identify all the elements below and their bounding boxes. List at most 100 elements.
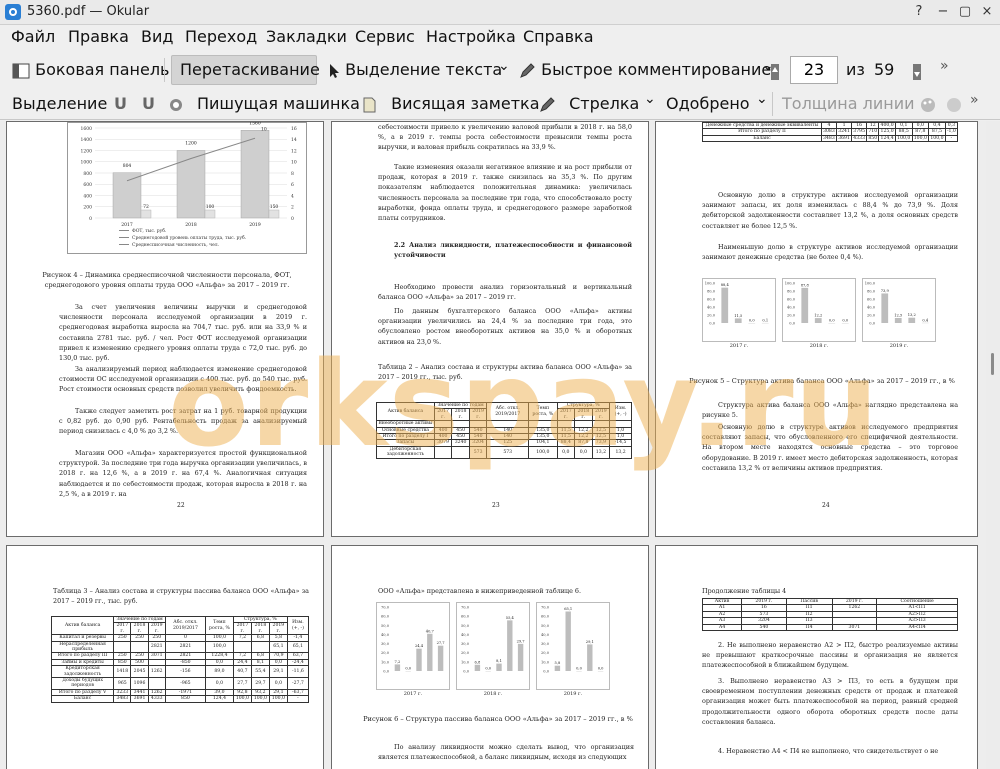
quick-comment-button[interactable]: Быстрое комментирование (518, 60, 771, 79)
menu-tools[interactable]: Сервис (355, 27, 415, 46)
table-header: Абс. откл. 2019/2017 (486, 401, 530, 422)
y-tick-label: 20,0 (707, 314, 716, 318)
arrow-label: Стрелка (569, 94, 640, 113)
approved-stamp-button[interactable]: Одобрено (666, 94, 750, 113)
table-cell: 29,1 (268, 665, 288, 679)
opacity-icon (947, 97, 961, 112)
maximize-button[interactable]: ▢ (956, 3, 974, 21)
paragraph: Наименьшую долю в структуре активов иссл… (702, 243, 958, 262)
y-tick-label: 600 (83, 182, 92, 188)
help-window-button[interactable]: ? (910, 3, 928, 21)
menu-help[interactable]: Справка (523, 27, 594, 46)
menu-go[interactable]: Переход (185, 27, 257, 46)
title-bar: 5360.pdf — Okular ? − ▢ × (0, 0, 1000, 25)
table-cell: 3241 (835, 128, 853, 136)
bar-value-label: 7,2 (395, 660, 401, 664)
bar (801, 287, 809, 323)
pdf-page-24: Денежные средства и денежные эквиваленты… (655, 121, 978, 537)
table-cell: 850 (164, 695, 207, 703)
toolbar-overflow-icon[interactable]: » (940, 58, 949, 74)
document-viewport[interactable]: 1600 16 1400 14 1200 12 1000 10 800 8 600 6 400 4 200 2… (0, 121, 986, 769)
table-cell: 29,7 (250, 677, 270, 690)
paragraph: Такие изменения оказали негативное влиян… (378, 163, 632, 223)
selection-tool-button[interactable]: Выделение (12, 94, 107, 113)
page-of-label: из (846, 60, 865, 79)
menu-view[interactable]: Вид (141, 27, 173, 46)
table-3: Актив баланса Значение по годам Абс. откл.… (50, 615, 310, 703)
page-number-input[interactable]: 23 (790, 56, 838, 84)
bar-value-label: 12,2 (814, 314, 822, 318)
color-picker-button[interactable] (920, 94, 936, 113)
table-cell: - (944, 134, 959, 143)
small-bar (268, 209, 280, 219)
text-select-tool-button[interactable]: Выделение текста (328, 60, 502, 79)
figure-6-caption: Рисунок 6 – Структура пассива баланса ОО… (363, 715, 633, 723)
vertical-scrollbar[interactable] (986, 121, 1000, 769)
mini-chart-year: 2019 г. (889, 343, 909, 349)
pdf-page-25: Таблица 3 – Анализ состава и структуры п… (6, 545, 324, 769)
typewriter-tool-button[interactable]: Пишущая машинка (197, 94, 360, 113)
squiggly-underline-icon[interactable]: U (142, 94, 155, 113)
bar-value-label: 0,0 (485, 667, 491, 671)
table-cell (113, 640, 132, 654)
mini-chart-year: 2018 г. (483, 691, 503, 697)
table-cell: Основные средства (376, 426, 435, 435)
typewriter-label: Пишущая машинка (197, 94, 360, 113)
y-tick-label: 1400 (81, 137, 93, 143)
opacity-button[interactable] (946, 94, 962, 113)
menu-file[interactable]: Файл (11, 27, 55, 46)
bar-value-label: 12,5 (894, 314, 903, 318)
arrow-dropdown-icon[interactable]: ⌄ (644, 91, 656, 107)
table-cell: 2821 (147, 640, 166, 654)
close-window-button[interactable]: × (978, 3, 996, 21)
y-tick-label: 0,0 (543, 670, 549, 674)
paragraph: ООО «Альфа» представлена в нижеприведенн… (378, 587, 582, 595)
arrow-tool-button[interactable]: Стрелка (538, 94, 639, 113)
menu-edit[interactable]: Правка (68, 27, 129, 46)
table-cell: 2045 (130, 665, 149, 679)
y2-tick-label: 14 (291, 137, 297, 143)
toolbar2-overflow-icon[interactable]: » (970, 92, 979, 108)
y-tick-label: 40,0 (867, 306, 876, 310)
sidebar-toggle-button[interactable]: Боковая панель (12, 60, 169, 79)
bar-value-label: 0,0 (598, 667, 604, 671)
stamp-tool-button[interactable] (168, 94, 184, 113)
y-tick-label: 100,0 (865, 282, 876, 286)
table-row: Кредиторская задолженность 1418 2045 1262 -1… (50, 665, 310, 679)
y-tick-label: 10,0 (541, 660, 550, 664)
y-tick-label: 70,0 (461, 606, 470, 610)
text-select-dropdown-icon[interactable]: ⌄ (498, 58, 510, 74)
table-cell: -27,7 (286, 677, 310, 690)
table-row: А4 540 П4 3071 А4<П4 (701, 623, 958, 632)
minimize-button[interactable]: − (934, 3, 952, 21)
menu-bookmarks[interactable]: Закладки (266, 27, 347, 46)
bar-value-label: 0,0 (405, 667, 411, 671)
table-cell: - (286, 695, 310, 703)
table-cell: 100,0 (232, 695, 252, 703)
previous-page-button[interactable] (770, 61, 780, 81)
scrollbar-thumb[interactable] (991, 353, 994, 375)
table-cell: Итого по разделу III (50, 652, 115, 660)
mini-chart-year: 2017 г. (729, 343, 749, 349)
y-tick-label: 80,0 (867, 290, 876, 294)
table-cell: 4333 (147, 695, 166, 703)
table-cell: Итого по разделу I (376, 432, 435, 441)
hanging-note-tool-button[interactable]: Висящая заметка (362, 94, 540, 113)
approved-dropdown-icon[interactable]: ⌄ (756, 91, 768, 107)
table-cell: 3071 (831, 623, 878, 632)
table-cell: 1262 (147, 688, 166, 697)
underline-icon[interactable]: U (114, 94, 127, 113)
y-tick-label: 200 (83, 205, 92, 211)
table-cell: 850 (866, 134, 880, 143)
table-cell: Дебиторская задолженность (376, 445, 435, 459)
bar (565, 611, 571, 671)
paragraph: себестоимости привело к увеличению валов… (378, 123, 632, 152)
paragraph: Необходимо провести анализ горизонтальны… (378, 283, 632, 302)
bar-value-label: 0,0 (842, 319, 848, 323)
line-width-control[interactable]: Толщина линии (782, 94, 915, 113)
stamp-icon (170, 98, 182, 111)
bar (496, 663, 502, 671)
next-page-button[interactable] (912, 61, 922, 81)
menu-settings[interactable]: Настройка (426, 27, 516, 46)
drag-tool-button[interactable]: Перетаскивание (180, 60, 320, 79)
